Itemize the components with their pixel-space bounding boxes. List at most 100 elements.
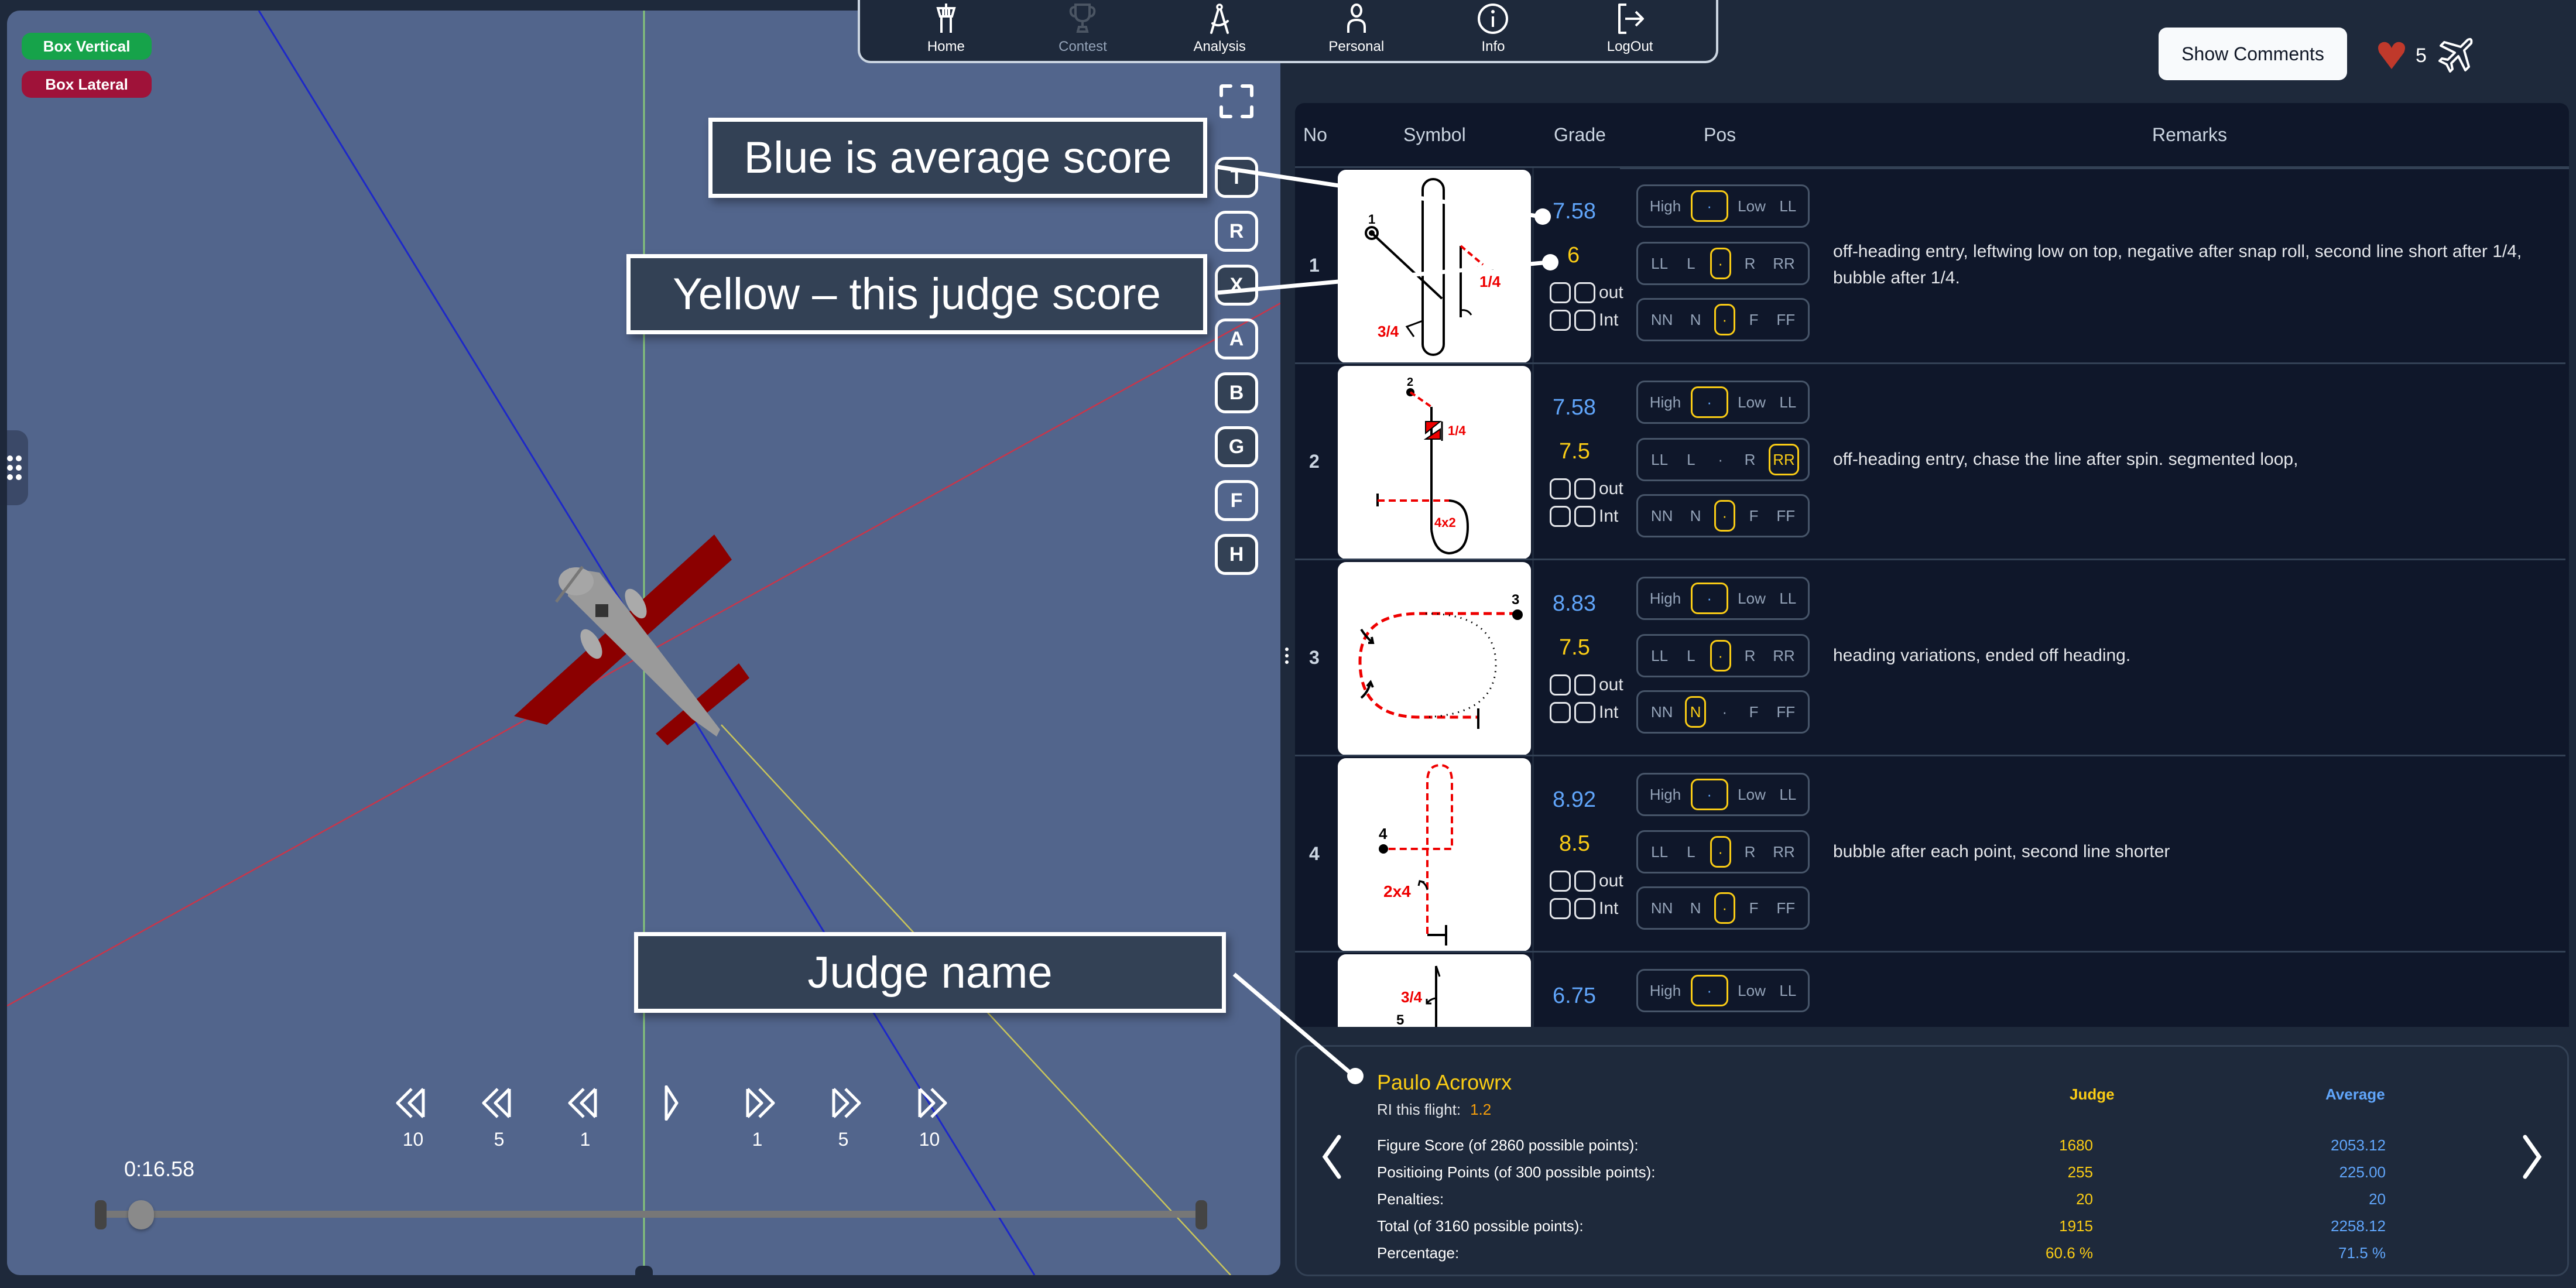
out-checkbox-2[interactable] — [1574, 674, 1595, 696]
view-button-t[interactable]: T — [1215, 157, 1258, 198]
int-checkbox-2[interactable] — [1574, 310, 1595, 331]
pos-option-selected[interactable]: · — [1690, 386, 1728, 418]
table-row[interactable]: 1 1 1/4 3/4 7.58 6 out Int High · Low LL… — [1295, 166, 2565, 364]
pos-option[interactable]: High — [1646, 190, 1685, 222]
int-checkbox-2[interactable] — [1574, 506, 1595, 527]
table-row[interactable]: 4 4 2x4 8.92 8.5 out Int High · Low LL L… — [1295, 755, 2565, 953]
pos-option-selected[interactable]: RR — [1769, 444, 1799, 475]
pos-option-selected[interactable]: · — [1690, 779, 1728, 810]
pos-option-selected[interactable]: · — [1690, 975, 1728, 1006]
pos-option[interactable]: · — [1714, 696, 1735, 728]
pos-option[interactable]: R — [1739, 836, 1760, 868]
timeline-slider[interactable] — [95, 1199, 1207, 1231]
pos-option-selected[interactable]: · — [1710, 640, 1731, 672]
pos-option[interactable]: NN — [1647, 500, 1677, 532]
pos-option-selected[interactable]: · — [1714, 304, 1735, 335]
play-button[interactable] — [628, 1085, 714, 1150]
nav-logout[interactable]: LogOut — [1583, 2, 1677, 55]
view-button-x[interactable]: X — [1215, 265, 1258, 306]
pos-option[interactable]: High — [1646, 583, 1685, 614]
timeline-track[interactable] — [101, 1211, 1201, 1218]
pos-option[interactable]: L — [1680, 640, 1701, 672]
table-row[interactable]: 3 3 8.83 7.5 out Int High · Low LL LL L … — [1295, 559, 2565, 756]
view-button-b[interactable]: B — [1215, 372, 1258, 413]
forward-5-button[interactable]: 5 — [800, 1085, 886, 1150]
pos-option-selected[interactable]: · — [1710, 248, 1731, 279]
out-checkbox-1[interactable] — [1550, 871, 1571, 892]
out-checkbox-2[interactable] — [1574, 871, 1595, 892]
forward-10-button[interactable]: 10 — [886, 1085, 972, 1150]
pos-option[interactable]: R — [1739, 444, 1760, 475]
pos-option[interactable]: LL — [1775, 386, 1800, 418]
pos-option[interactable]: L — [1680, 836, 1701, 868]
panel-splitter-handle[interactable] — [1280, 635, 1293, 676]
pos-option-selected[interactable]: · — [1710, 836, 1731, 868]
pos-option[interactable]: FF — [1772, 892, 1799, 924]
pos-option[interactable]: LL — [1647, 640, 1672, 672]
figure-symbol[interactable]: 2 1/4 4x2 — [1338, 366, 1531, 559]
pos-option[interactable]: NN — [1647, 892, 1677, 924]
pos-option[interactable]: F — [1743, 304, 1765, 335]
figure-symbol[interactable]: 3 — [1338, 562, 1531, 755]
left-drawer-handle[interactable] — [0, 430, 28, 505]
pos-option[interactable]: LL — [1775, 779, 1800, 810]
timeline-end-handle[interactable] — [1195, 1200, 1207, 1229]
pos-option[interactable]: High — [1646, 779, 1685, 810]
pos-option[interactable]: R — [1739, 640, 1760, 672]
pos-option-selected[interactable]: · — [1690, 583, 1728, 614]
pos-option[interactable]: L — [1680, 248, 1701, 279]
pos-option[interactable]: Low — [1734, 583, 1770, 614]
previous-judge-button[interactable] — [1320, 1133, 1344, 1180]
pos-option[interactable]: F — [1743, 892, 1765, 924]
rewind-10-button[interactable]: 10 — [370, 1085, 456, 1150]
pos-option[interactable]: Low — [1734, 190, 1770, 222]
pos-option[interactable]: LL — [1775, 583, 1800, 614]
judge-grade[interactable]: 7.5 — [1559, 635, 1590, 660]
view-button-r[interactable]: R — [1215, 211, 1258, 252]
timeline-start-handle[interactable] — [95, 1200, 107, 1229]
timeline-thumb[interactable] — [128, 1200, 154, 1229]
show-comments-button[interactable]: Show Comments — [2159, 28, 2347, 80]
next-judge-button[interactable] — [2520, 1133, 2544, 1180]
judge-grade[interactable]: 6 — [1567, 243, 1580, 268]
judge-grade[interactable]: 7.5 — [1559, 439, 1590, 464]
pos-option[interactable]: F — [1743, 500, 1765, 532]
out-checkbox-1[interactable] — [1550, 674, 1571, 696]
figure-symbol[interactable]: 4 2x4 — [1338, 758, 1531, 951]
table-row[interactable]: 3/4 5 6.75 High · Low LL — [1295, 951, 2565, 1027]
int-checkbox-1[interactable] — [1550, 898, 1571, 919]
forward-1-button[interactable]: 1 — [714, 1085, 800, 1150]
view-button-a[interactable]: A — [1215, 318, 1258, 359]
int-checkbox-1[interactable] — [1550, 310, 1571, 331]
out-checkbox-1[interactable] — [1550, 478, 1571, 499]
table-row[interactable]: 2 2 1/4 4x2 7.58 7.5 out Int High · Low … — [1295, 362, 2565, 560]
box-lateral-badge[interactable]: Box Lateral — [22, 71, 152, 98]
pos-option-selected[interactable]: · — [1714, 892, 1735, 924]
pos-option[interactable]: High — [1646, 386, 1685, 418]
nav-contest[interactable]: Contest — [1036, 2, 1129, 55]
heart-icon[interactable] — [2376, 40, 2407, 71]
nav-info[interactable]: Info — [1446, 2, 1540, 55]
rewind-1-button[interactable]: 1 — [542, 1085, 628, 1150]
pos-option[interactable]: High — [1646, 975, 1685, 1006]
int-checkbox-1[interactable] — [1550, 702, 1571, 723]
pos-option[interactable]: RR — [1769, 248, 1799, 279]
pos-option[interactable]: R — [1739, 248, 1760, 279]
pos-option[interactable]: L — [1680, 444, 1701, 475]
pos-option[interactable]: F — [1743, 696, 1765, 728]
out-checkbox-1[interactable] — [1550, 282, 1571, 303]
out-checkbox-2[interactable] — [1574, 478, 1595, 499]
view-button-g[interactable]: G — [1215, 426, 1258, 467]
pos-option[interactable]: LL — [1775, 190, 1800, 222]
pos-option[interactable]: NN — [1647, 696, 1677, 728]
pos-option[interactable]: NN — [1647, 304, 1677, 335]
view-button-h[interactable]: H — [1215, 534, 1258, 575]
view-button-f[interactable]: F — [1215, 480, 1258, 521]
nav-analysis[interactable]: Analysis — [1173, 2, 1266, 55]
pos-option[interactable]: Low — [1734, 386, 1770, 418]
pos-option[interactable]: LL — [1647, 248, 1672, 279]
pos-option[interactable]: LL — [1647, 836, 1672, 868]
pos-option[interactable]: Low — [1734, 779, 1770, 810]
pos-option[interactable]: N — [1685, 500, 1706, 532]
figure-symbol[interactable]: 1 1/4 3/4 — [1338, 170, 1531, 363]
